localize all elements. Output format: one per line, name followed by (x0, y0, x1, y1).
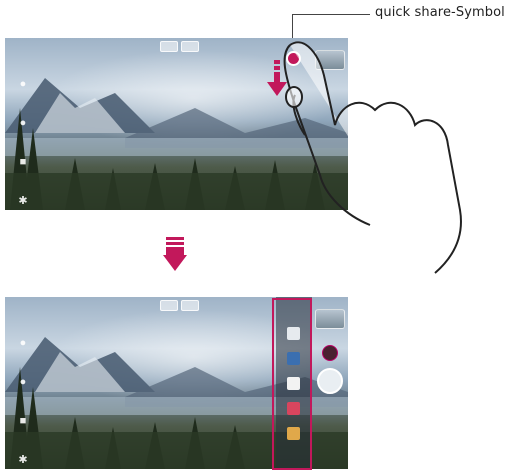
gallery-thumbnail[interactable] (315, 309, 345, 329)
gallery-icon[interactable]: ■ (17, 415, 29, 427)
left-toolbar: ● ● ■ ✱ (17, 78, 29, 207)
mode-indicator (181, 300, 199, 311)
callout-line-horizontal (292, 14, 370, 15)
transition-arrow-icon (163, 237, 187, 271)
callout-label: quick share-Symbol (375, 5, 505, 20)
person-icon[interactable]: ● (17, 78, 29, 90)
record-button[interactable] (322, 345, 338, 361)
left-toolbar: ● ● ■ ✱ (17, 337, 29, 466)
people-icon[interactable]: ● (17, 376, 29, 388)
mode-indicators (160, 41, 199, 52)
settings-icon[interactable]: ✱ (17, 195, 29, 207)
settings-icon[interactable]: ✱ (17, 454, 29, 466)
gallery-icon[interactable]: ■ (17, 156, 29, 168)
shutter-button[interactable] (317, 368, 343, 394)
people-icon[interactable]: ● (17, 117, 29, 129)
mode-indicator (181, 41, 199, 52)
mode-indicator (160, 41, 178, 52)
hand-gesture-illustration (283, 41, 462, 274)
quick-share-highlight-box (272, 298, 312, 470)
person-icon[interactable]: ● (17, 337, 29, 349)
mode-indicator (160, 300, 178, 311)
mode-indicators (160, 300, 199, 311)
